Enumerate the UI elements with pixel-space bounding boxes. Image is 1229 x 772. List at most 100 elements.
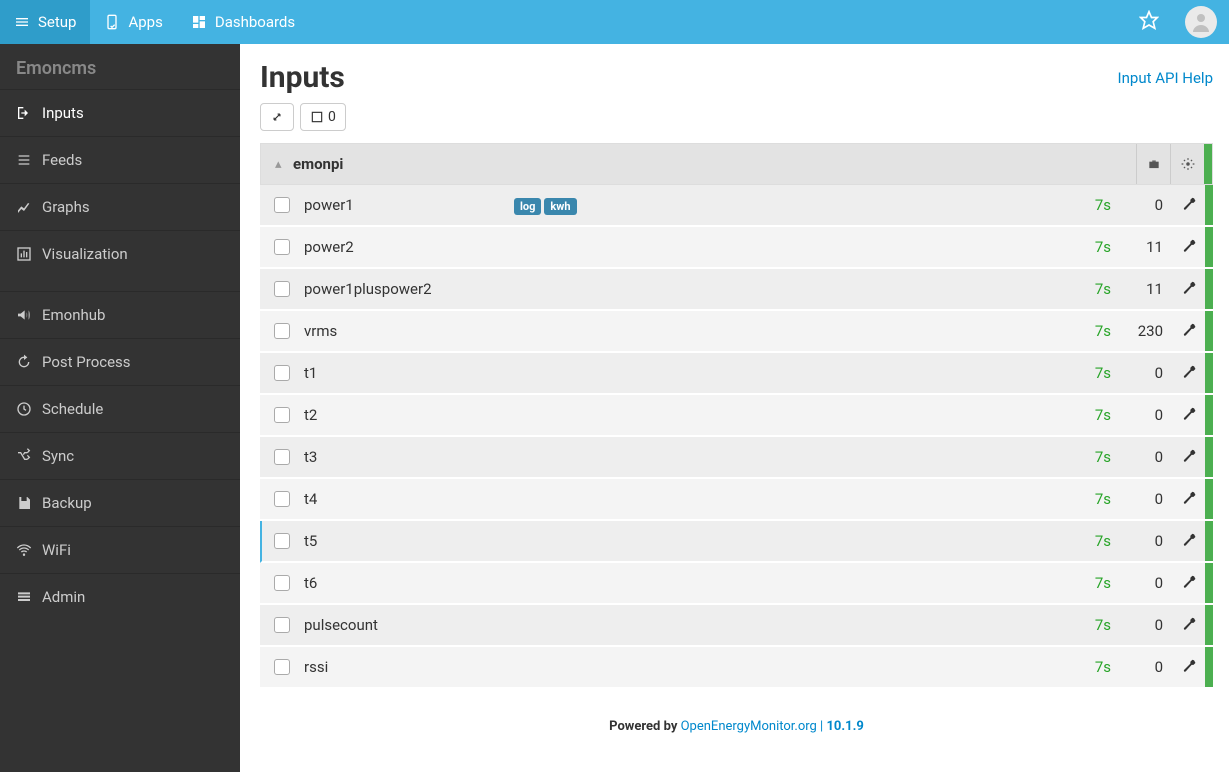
row-checkbox[interactable] [274,491,290,507]
config-button[interactable] [1171,532,1205,551]
gear-icon [1181,157,1195,171]
row-checkbox[interactable] [274,449,290,465]
row-checkbox[interactable] [274,659,290,675]
group-name: emonpi [293,155,343,173]
input-row: rssi7s0 [260,647,1213,689]
sidebar-label-schedule: Schedule [42,400,103,418]
nav-dashboards-label: Dashboards [215,13,295,31]
config-button[interactable] [1171,490,1205,509]
status-bar [1205,311,1213,351]
nav-setup[interactable]: Setup [0,0,90,44]
wrench-icon [1181,364,1196,383]
input-icon [16,105,32,121]
row-checkbox[interactable] [274,365,290,381]
shuffle-icon [16,448,32,464]
sidebar-item-sync[interactable]: Sync [0,432,240,479]
collapse-button[interactable] [260,103,294,131]
sidebar-item-schedule[interactable]: Schedule [0,385,240,432]
sidebar-item-admin[interactable]: Admin [0,573,240,620]
config-button[interactable] [1171,658,1205,677]
sidebar-label-postprocess: Post Process [42,353,131,371]
config-button[interactable] [1171,364,1205,383]
device-config-button[interactable] [1136,144,1170,184]
sidebar-label-graphs: Graphs [42,198,90,216]
footer-prefix: Powered by [609,719,680,734]
refresh-icon [16,354,32,370]
footer-link[interactable]: OpenEnergyMonitor.org [681,719,817,734]
input-time: 7s [1051,490,1111,508]
user-avatar[interactable] [1185,6,1217,38]
config-button[interactable] [1171,616,1205,635]
chart-icon [16,246,32,262]
config-button[interactable] [1171,406,1205,425]
config-button[interactable] [1171,574,1205,593]
sidebar-item-wifi[interactable]: WiFi [0,526,240,573]
input-value: 0 [1111,532,1171,550]
sidebar-item-backup[interactable]: Backup [0,479,240,526]
footer-version: 10.1.9 [826,719,863,734]
group-header[interactable]: ▴ emonpi [260,143,1213,185]
wifi-icon [16,542,32,558]
topbar: Setup Apps Dashboards [0,0,1229,44]
row-checkbox[interactable] [274,617,290,633]
row-checkbox[interactable] [274,323,290,339]
nav-apps-label: Apps [128,13,162,31]
input-name: t4 [304,490,514,508]
sidebar-label-wifi: WiFi [42,541,71,559]
wrench-icon [1181,574,1196,593]
phone-icon [104,14,120,30]
row-checkbox[interactable] [274,281,290,297]
sidebar: Emoncms Inputs Feeds Graphs Visualizatio… [0,44,240,772]
config-button[interactable] [1171,448,1205,467]
input-time: 7s [1051,448,1111,466]
bars-icon [16,589,32,605]
page-title: Inputs [260,60,345,95]
nav-apps[interactable]: Apps [90,0,176,44]
wrench-icon [1181,196,1196,215]
input-time: 7s [1051,658,1111,676]
nav-dashboards[interactable]: Dashboards [177,0,309,44]
sidebar-label-admin: Admin [42,588,85,606]
config-button[interactable] [1171,196,1205,215]
input-name: vrms [304,322,514,340]
input-value: 0 [1111,196,1171,214]
process-tag[interactable]: kwh [544,198,576,215]
row-checkbox[interactable] [274,197,290,213]
row-checkbox[interactable] [274,239,290,255]
input-name: power2 [304,238,514,256]
input-time: 7s [1051,280,1111,298]
wrench-icon [1181,658,1196,677]
select-button[interactable]: 0 [300,103,346,131]
input-value: 0 [1111,490,1171,508]
sidebar-item-visualization[interactable]: Visualization [0,230,240,277]
sidebar-item-postprocess[interactable]: Post Process [0,338,240,385]
sidebar-item-inputs[interactable]: Inputs [0,89,240,136]
status-bar [1205,269,1213,309]
status-bar [1205,605,1213,645]
group-settings-button[interactable] [1170,144,1204,184]
api-help-link[interactable]: Input API Help [1118,69,1213,87]
row-checkbox[interactable] [274,575,290,591]
input-value: 11 [1111,280,1171,298]
input-row: t57s0 [260,521,1213,563]
input-time: 7s [1051,616,1111,634]
save-icon [16,495,32,511]
sidebar-item-emonhub[interactable]: Emonhub [0,291,240,338]
config-button[interactable] [1171,238,1205,257]
nav-setup-label: Setup [38,13,76,31]
process-tag[interactable]: log [514,198,541,215]
status-bar [1205,353,1213,393]
sidebar-item-feeds[interactable]: Feeds [0,136,240,183]
group-status-bar [1204,144,1212,184]
input-row: pulsecount7s0 [260,605,1213,647]
sidebar-item-graphs[interactable]: Graphs [0,183,240,230]
config-button[interactable] [1171,280,1205,299]
wrench-icon [1181,406,1196,425]
row-checkbox[interactable] [274,533,290,549]
config-button[interactable] [1171,322,1205,341]
wrench-icon [1181,532,1196,551]
row-checkbox[interactable] [274,407,290,423]
bookmark-button[interactable] [1125,10,1173,35]
select-count: 0 [328,109,336,125]
input-value: 11 [1111,238,1171,256]
